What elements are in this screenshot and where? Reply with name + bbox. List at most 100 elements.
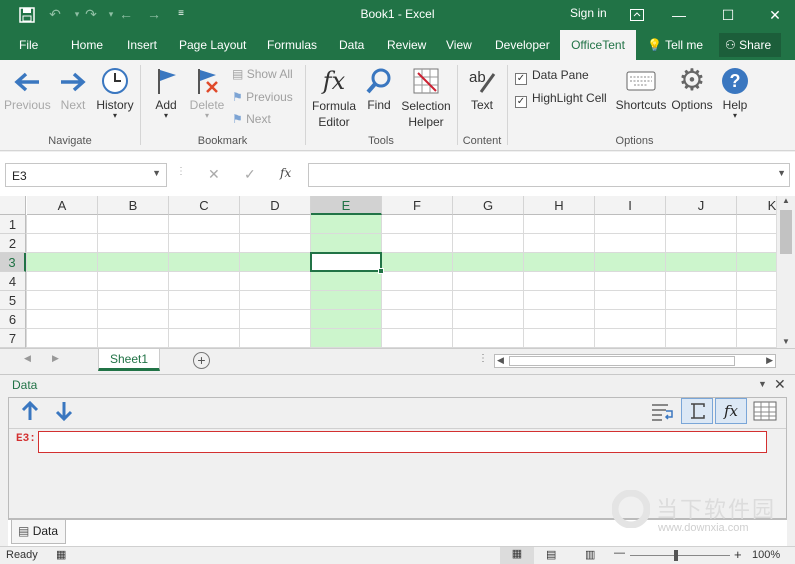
options-button[interactable]: ⚙ Options (670, 64, 714, 112)
sign-in-link[interactable]: Sign in (570, 6, 607, 20)
tab-page-layout[interactable]: Page Layout (179, 38, 246, 52)
macro-record-icon[interactable]: ▦ (56, 548, 66, 561)
text-label: Text (470, 98, 493, 112)
column-header-f[interactable]: F (382, 196, 453, 215)
vertical-scrollbar[interactable]: ▲ ▼ (776, 196, 795, 348)
tab-file[interactable]: File (19, 38, 38, 52)
column-header-h[interactable]: H (524, 196, 595, 215)
show-all-icon: ▤ (232, 67, 244, 81)
history-button[interactable]: History ▾ (94, 64, 136, 120)
vertical-scroll-thumb[interactable] (780, 210, 792, 254)
tab-view[interactable]: View (446, 38, 472, 52)
fx-toggle-icon[interactable]: fx (715, 398, 747, 424)
tab-home[interactable]: Home (71, 38, 103, 52)
formula-editor-button[interactable]: fx Formula Editor (311, 64, 357, 130)
expand-formula-bar-icon[interactable]: ▼ (777, 168, 786, 178)
column-header-b[interactable]: B (98, 196, 169, 215)
tell-me-box[interactable]: 💡 Tell me (647, 38, 703, 52)
cancel-icon[interactable]: ✕ (208, 166, 220, 183)
column-header-c[interactable]: C (169, 196, 240, 215)
delete-bookmark-button[interactable]: Delete ▾ (188, 64, 226, 120)
horizontal-scroll-thumb[interactable] (509, 356, 735, 366)
minimize-icon[interactable]: — (664, 4, 694, 26)
tab-insert[interactable]: Insert (127, 38, 157, 52)
column-header-i[interactable]: I (595, 196, 666, 215)
cell-data-input[interactable] (38, 431, 767, 453)
next-button[interactable]: Next (56, 64, 90, 112)
zoom-slider[interactable] (630, 555, 730, 556)
help-button[interactable]: ? Help ▾ (719, 64, 751, 120)
new-sheet-icon[interactable]: + (193, 352, 210, 369)
previous-button[interactable]: Previous (4, 64, 51, 112)
scroll-down-icon[interactable]: ▼ (777, 337, 795, 346)
next-label: Next (60, 98, 86, 112)
maximize-icon[interactable]: ☐ (713, 4, 743, 26)
fill-handle[interactable] (378, 268, 384, 274)
tab-review[interactable]: Review (387, 38, 426, 52)
move-up-icon[interactable] (19, 400, 41, 425)
row-header-5[interactable]: 5 (0, 291, 26, 310)
prev-sheet-icon[interactable]: ◀ (24, 353, 31, 364)
formula-view-toggle[interactable] (681, 398, 713, 424)
bookmark-previous-button[interactable]: ⚑ Previous (232, 90, 293, 104)
normal-view-icon[interactable]: ▦ (500, 547, 534, 564)
zoom-in-icon[interactable]: + (734, 547, 742, 562)
tab-officetent[interactable]: OfficeTent (560, 30, 636, 60)
tab-data[interactable]: Data (339, 38, 364, 52)
show-all-button[interactable]: ▤ Show All (232, 67, 293, 81)
data-pane-tab[interactable]: ▤ Data (11, 520, 66, 544)
shortcuts-button[interactable]: Shortcuts (615, 64, 667, 112)
scroll-up-icon[interactable]: ▲ (777, 196, 795, 205)
zoom-level[interactable]: 100% (752, 549, 780, 561)
wrap-text-icon[interactable] (650, 401, 676, 426)
share-button[interactable]: ⚇ Share (719, 33, 781, 57)
add-bookmark-button[interactable]: Add ▾ (150, 64, 182, 120)
next-sheet-icon[interactable]: ▶ (52, 353, 59, 364)
help-dropdown-icon: ▾ (732, 111, 737, 120)
column-header-j[interactable]: J (666, 196, 737, 215)
pane-options-icon[interactable]: ▼ (758, 379, 767, 389)
tab-formulas[interactable]: Formulas (267, 38, 317, 52)
column-header-e[interactable]: E (311, 196, 382, 215)
zoom-out-icon[interactable]: — (614, 547, 625, 559)
active-cell[interactable] (310, 252, 384, 274)
pane-close-icon[interactable]: ✕ (774, 376, 786, 393)
row-header-1[interactable]: 1 (0, 215, 26, 234)
close-icon[interactable]: ✕ (760, 4, 790, 26)
formula-input[interactable]: ▼ (308, 163, 790, 187)
enter-icon[interactable]: ✓ (244, 166, 256, 183)
text-button[interactable]: ab Text (463, 64, 501, 112)
row-header-4[interactable]: 4 (0, 272, 26, 291)
move-down-icon[interactable] (53, 400, 75, 425)
page-layout-view-icon[interactable]: ▤ (546, 548, 556, 561)
ribbon-display-options-icon[interactable] (622, 4, 652, 26)
horizontal-scrollbar[interactable]: ◀ ▶ (494, 354, 776, 368)
column-header-d[interactable]: D (240, 196, 311, 215)
zoom-slider-thumb[interactable] (674, 550, 678, 561)
selection-helper-button[interactable]: Selection Helper (400, 64, 452, 130)
highlight-cell-checkbox[interactable]: ✓ HighLight Cell (515, 91, 607, 108)
bookmark-next-button[interactable]: ⚑ Next (232, 112, 271, 126)
data-pane-title: Data (12, 378, 38, 392)
row-header-7[interactable]: 7 (0, 329, 26, 348)
tab-split-handle[interactable]: ⋮ (478, 353, 488, 364)
find-button[interactable]: Find (364, 64, 394, 112)
column-header-g[interactable]: G (453, 196, 524, 215)
scroll-left-icon[interactable]: ◀ (497, 355, 504, 366)
column-header-a[interactable]: A (27, 196, 98, 215)
table-view-icon[interactable] (753, 401, 777, 424)
tab-developer[interactable]: Developer (495, 38, 550, 52)
name-box-dropdown-icon[interactable]: ▼ (152, 168, 161, 178)
group-separator (507, 65, 508, 145)
scroll-right-icon[interactable]: ▶ (766, 355, 773, 366)
worksheet-grid[interactable]: ABCDEFGHIJK 1234567 (0, 196, 795, 348)
row-header-2[interactable]: 2 (0, 234, 26, 253)
sheet-tab-sheet1[interactable]: Sheet1 (98, 349, 160, 371)
selection-helper-label: Selection Helper (401, 99, 451, 129)
insert-function-icon[interactable]: fx (280, 166, 291, 180)
name-box[interactable]: E3 ▼ (5, 163, 167, 187)
data-pane-checkbox[interactable]: ✓ Data Pane (515, 68, 589, 85)
page-break-view-icon[interactable]: ▥ (585, 548, 595, 561)
row-header-6[interactable]: 6 (0, 310, 26, 329)
row-header-3[interactable]: 3 (0, 253, 26, 272)
